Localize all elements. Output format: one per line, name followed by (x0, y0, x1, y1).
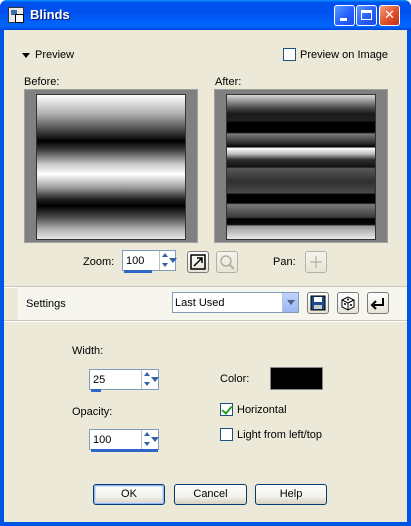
zoom-to-fit-button[interactable] (187, 251, 209, 273)
preview-on-image-checkbox[interactable]: Preview on Image (283, 48, 388, 61)
light-direction-label: Light from left/top (237, 428, 322, 441)
spin-up-icon[interactable] (142, 370, 151, 380)
before-label: Before: (24, 76, 60, 88)
zoom-slider-bar[interactable] (124, 270, 152, 273)
width-label: Width: (72, 345, 104, 357)
maximize-icon (361, 10, 372, 20)
spin-down-icon[interactable] (142, 440, 151, 450)
width-dropdown-icon[interactable] (149, 370, 159, 389)
width-spinner[interactable] (89, 369, 159, 392)
spin-down-icon[interactable] (142, 380, 151, 390)
before-preview-image (36, 94, 186, 240)
preset-dropdown[interactable]: Last Used (172, 292, 299, 313)
pan-cross-icon (310, 256, 322, 268)
after-preview-image (226, 94, 376, 240)
collapse-triangle-icon (22, 52, 30, 58)
zoom-input[interactable] (123, 251, 160, 270)
undo-arrow-icon (370, 298, 384, 310)
opacity-spinner[interactable] (89, 429, 159, 452)
opacity-dropdown-icon[interactable] (149, 430, 159, 449)
preview-on-image-label: Preview on Image (300, 48, 389, 61)
dropdown-arrow-icon[interactable] (282, 293, 298, 312)
minimize-button[interactable] (334, 5, 355, 26)
zoom-dropdown-icon[interactable] (167, 251, 177, 270)
magnifier-icon (220, 255, 235, 270)
help-button[interactable]: Help (255, 484, 327, 505)
zoom-fit-icon (190, 254, 206, 270)
opacity-spin-arrows[interactable] (141, 430, 151, 450)
save-disk-icon (310, 295, 326, 311)
close-button[interactable]: ✕ (379, 5, 400, 26)
light-direction-box[interactable] (220, 428, 233, 441)
color-swatch[interactable] (270, 367, 323, 390)
maximize-button[interactable] (356, 5, 377, 26)
save-preset-button[interactable] (307, 292, 329, 314)
after-label: After: (215, 76, 242, 88)
horizontal-label: Horizontal (237, 403, 287, 416)
randomize-button[interactable] (337, 292, 359, 314)
horizontal-check-icon[interactable] (220, 403, 233, 416)
spin-up-icon[interactable] (142, 430, 151, 440)
width-input[interactable] (90, 370, 142, 389)
close-icon: ✕ (384, 7, 395, 22)
app-icon (8, 7, 24, 23)
width-spin-arrows[interactable] (141, 370, 151, 390)
zoom-spinner[interactable] (122, 250, 177, 273)
light-direction-checkbox[interactable]: Light from left/top (220, 428, 322, 441)
opacity-input[interactable] (90, 430, 142, 449)
preset-value: Last Used (175, 296, 225, 309)
reset-button[interactable] (367, 292, 389, 314)
spin-up-icon[interactable] (160, 251, 169, 261)
before-preview-panel (24, 89, 198, 243)
pan-label: Pan: (273, 256, 296, 268)
zoom-label: Zoom: (83, 256, 115, 268)
opacity-label: Opacity: (72, 406, 113, 418)
spin-down-icon[interactable] (160, 261, 169, 271)
opacity-slider-bar[interactable] (91, 449, 158, 452)
ok-button[interactable]: OK (93, 484, 165, 505)
horizontal-checkbox[interactable]: Horizontal (220, 403, 287, 416)
after-preview-panel[interactable] (214, 89, 388, 243)
zoom-actual-button[interactable] (216, 251, 238, 273)
window-title: Blinds (30, 7, 70, 22)
preview-on-image-box[interactable] (283, 48, 296, 61)
color-label: Color: (220, 373, 250, 385)
pan-button[interactable] (305, 251, 327, 273)
minimize-icon (340, 18, 347, 21)
separator-bottom-highlight (4, 321, 407, 322)
blinds-dialog: Blinds ✕ Preview Preview on Image Before… (0, 0, 411, 526)
settings-label: Settings (26, 298, 66, 310)
title-bar[interactable]: Blinds ✕ (0, 0, 411, 30)
width-slider-bar[interactable] (91, 389, 101, 392)
preview-toggle[interactable]: Preview (22, 49, 74, 61)
zoom-spin-arrows[interactable] (159, 251, 169, 271)
preview-toggle-label: Preview (35, 49, 75, 61)
dice-icon (341, 296, 355, 311)
cancel-button[interactable]: Cancel (174, 484, 247, 505)
